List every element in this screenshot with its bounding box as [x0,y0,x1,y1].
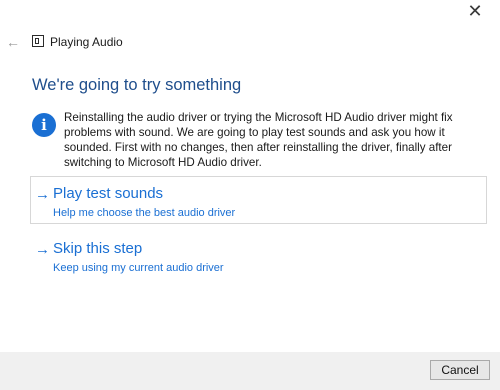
info-icon: i [32,113,56,137]
arrow-right-icon: → [35,240,50,258]
info-message: i Reinstalling the audio driver or tryin… [32,110,492,170]
option-subtitle: Keep using my current audio driver [53,262,224,274]
cancel-button[interactable]: Cancel [430,360,490,380]
page-heading: We're going to try something [32,76,242,94]
arrow-right-icon: → [35,185,50,203]
back-arrow-icon[interactable]: ← [6,32,20,52]
footer-bar: Cancel [0,352,500,390]
audio-troubleshooter-icon [32,35,44,47]
info-text: Reinstalling the audio driver or trying … [64,111,453,169]
skip-this-step-option[interactable]: → Skip this step Keep using my current a… [30,232,487,278]
close-icon[interactable]: ✕ [466,2,484,20]
option-title: Play test sounds [53,185,164,202]
title-bar: ← Playing Audio [0,32,500,52]
option-subtitle: Help me choose the best audio driver [53,207,236,219]
play-test-sounds-option[interactable]: → Play test sounds Help me choose the be… [30,176,487,224]
option-title: Skip this step [53,240,143,257]
window-title: Playing Audio [50,35,123,49]
